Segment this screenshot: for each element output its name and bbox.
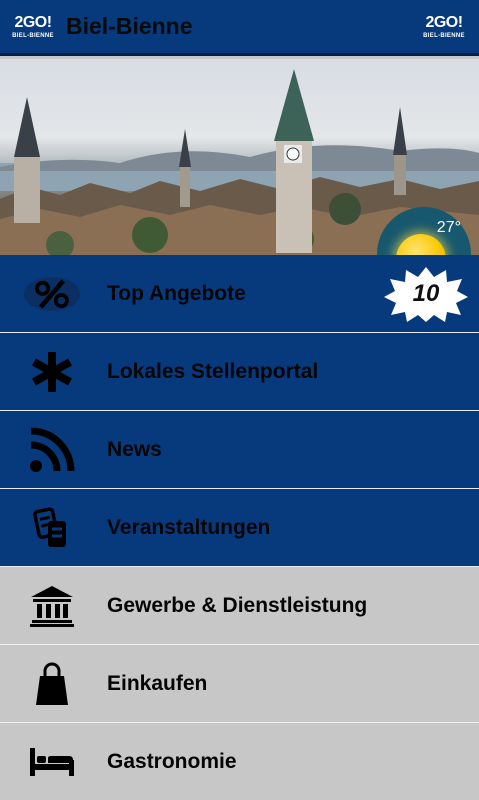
percent-icon (22, 269, 82, 319)
app-logo-right[interactable]: 2GO! BIEL-BIENNE (423, 9, 465, 45)
menu-item-label: Einkaufen (107, 671, 208, 695)
menu-item-stellenportal[interactable]: Lokales Stellenportal (0, 333, 479, 411)
tickets-icon (22, 503, 82, 553)
menu-item-label: Lokales Stellenportal (107, 359, 319, 383)
menu-item-gastronomie[interactable]: Gastronomie (0, 723, 479, 800)
bank-icon (22, 581, 82, 631)
menu-item-label: Veranstaltungen (107, 515, 271, 539)
rss-icon (22, 425, 82, 475)
menu-item-gewerbe[interactable]: Gewerbe & Dienstleistung (0, 567, 479, 645)
menu-item-label: Gewerbe & Dienstleistung (107, 593, 368, 617)
city-banner-image: 27° (0, 59, 479, 255)
main-menu: Top Angebote 10 Lokales Stellenportal Ne… (0, 255, 479, 800)
app-title: Biel-Bienne (66, 13, 193, 39)
logo-text: 2GO! (425, 13, 463, 31)
sun-icon (396, 234, 446, 255)
menu-item-label: Gastronomie (107, 749, 237, 773)
menu-item-veranstaltungen[interactable]: Veranstaltungen (0, 489, 479, 567)
menu-item-einkaufen[interactable]: Einkaufen (0, 645, 479, 723)
asterisk-icon (22, 347, 82, 397)
app-logo[interactable]: 2GO! BIEL-BIENNE (12, 9, 54, 45)
logo-subtext: BIEL-BIENNE (423, 32, 465, 39)
offers-count-badge: 10 (383, 265, 469, 323)
menu-item-label: News (107, 437, 162, 461)
logo-subtext: BIEL-BIENNE (12, 32, 54, 39)
menu-item-top-angebote[interactable]: Top Angebote 10 (0, 255, 479, 333)
app-bar: 2GO! BIEL-BIENNE Biel-Bienne 2GO! BIEL-B… (0, 0, 479, 56)
temperature-text: 27° (436, 219, 461, 236)
menu-item-label: Top Angebote (107, 281, 246, 305)
bed-icon (22, 737, 82, 787)
badge-count: 10 (412, 280, 440, 307)
logo-text: 2GO! (14, 13, 52, 31)
shopping-bag-icon (22, 659, 82, 709)
menu-item-news[interactable]: News (0, 411, 479, 489)
